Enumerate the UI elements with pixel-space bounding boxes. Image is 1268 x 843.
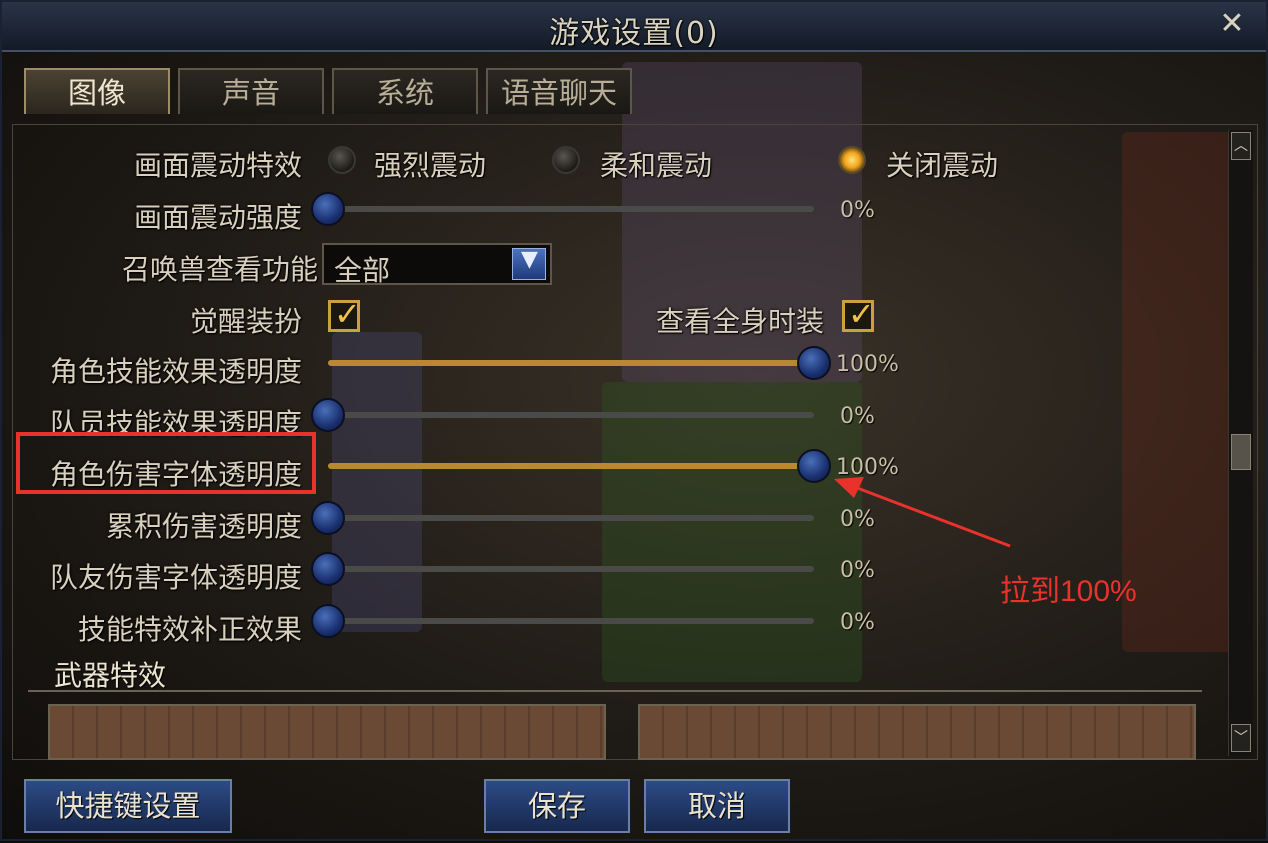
radio-soft-shake-label: 柔和震动 xyxy=(600,149,713,182)
scrollbar-thumb[interactable] xyxy=(1231,434,1251,470)
chevron-down-icon[interactable]: ▼ xyxy=(512,247,546,280)
tab-sound[interactable]: 声音 xyxy=(178,68,324,114)
weapon-effect-preview-right[interactable] xyxy=(638,704,1196,760)
slider-fill xyxy=(328,360,814,366)
check-icon: ✓ xyxy=(334,295,361,333)
slider-label: 队友伤害字体透明度 xyxy=(49,561,302,594)
slider-knob[interactable] xyxy=(797,449,831,483)
slider-value: 0% xyxy=(840,404,875,429)
slider-label: 累积伤害透明度 xyxy=(105,510,302,543)
check-icon: ✓ xyxy=(848,295,875,333)
save-button[interactable]: 保存 xyxy=(484,779,630,833)
slider-knob[interactable] xyxy=(311,604,345,638)
slider-value: 100% xyxy=(836,352,899,377)
weapon-effects-title: 武器特效 xyxy=(54,659,167,692)
window-title: 游戏设置(0) xyxy=(549,16,719,51)
tab-voice-chat[interactable]: 语音聊天 xyxy=(486,68,632,114)
annotation-text: 拉到100% xyxy=(1000,575,1137,608)
shake-strength-knob[interactable] xyxy=(311,192,345,226)
slider-knob[interactable] xyxy=(797,346,831,380)
scroll-up-icon[interactable]: ︿ xyxy=(1231,132,1251,160)
slider-value: 0% xyxy=(840,610,875,635)
full-fashion-checkbox[interactable]: ✓ xyxy=(842,295,875,333)
shake-strength-label: 画面震动强度 xyxy=(133,201,302,234)
slider-label: 技能特效补正效果 xyxy=(77,613,302,646)
full-fashion-label: 查看全身时装 xyxy=(655,305,824,338)
slider-track[interactable] xyxy=(328,412,814,418)
summon-view-label: 召唤兽查看功能 xyxy=(121,253,318,286)
shortcut-settings-button[interactable]: 快捷键设置 xyxy=(24,779,232,833)
shake-strength-value: 0% xyxy=(840,198,875,223)
awaken-outfit-checkbox[interactable]: ✓ xyxy=(328,295,361,333)
slider-value: 0% xyxy=(840,558,875,583)
slider-track[interactable] xyxy=(328,515,814,521)
slider-knob[interactable] xyxy=(311,501,345,535)
shake-strength-track[interactable] xyxy=(328,206,814,212)
section-divider xyxy=(28,690,1202,692)
summon-view-value: 全部 xyxy=(334,254,391,287)
radio-off-shake-label: 关闭震动 xyxy=(886,149,999,182)
shake-effect-label: 画面震动特效 xyxy=(133,149,302,182)
radio-strong-shake-label: 强烈震动 xyxy=(374,149,487,182)
slider-value: 0% xyxy=(840,507,875,532)
slider-label: 角色技能效果透明度 xyxy=(49,355,302,388)
radio-strong-shake[interactable] xyxy=(328,146,356,174)
game-settings-window: 游戏设置(0) ✕ 图像 声音 系统 语音聊天 画面震动特效 强烈震动 柔和震动… xyxy=(0,0,1268,841)
cancel-button[interactable]: 取消 xyxy=(644,779,790,833)
slider-track[interactable] xyxy=(328,618,814,624)
radio-soft-shake[interactable] xyxy=(552,146,580,174)
slider-track[interactable] xyxy=(328,566,814,572)
tab-system[interactable]: 系统 xyxy=(332,68,478,114)
annotation-highlight-box xyxy=(16,432,316,494)
scroll-down-icon[interactable]: ﹀ xyxy=(1231,724,1251,752)
title-bar: 游戏设置(0) ✕ xyxy=(2,2,1266,52)
summon-view-dropdown[interactable]: 全部 ▼ xyxy=(322,243,552,287)
radio-off-shake[interactable] xyxy=(838,146,866,174)
slider-knob[interactable] xyxy=(311,552,345,586)
close-icon[interactable]: ✕ xyxy=(1216,8,1248,40)
slider-knob[interactable] xyxy=(311,398,345,432)
slider-fill xyxy=(328,463,814,469)
tab-image[interactable]: 图像 xyxy=(24,68,170,114)
weapon-effect-preview-left[interactable] xyxy=(48,704,606,760)
settings-scrollbar[interactable]: ︿ ﹀ xyxy=(1228,130,1253,756)
awaken-outfit-label: 觉醒装扮 xyxy=(189,305,302,338)
slider-value: 100% xyxy=(836,455,899,480)
